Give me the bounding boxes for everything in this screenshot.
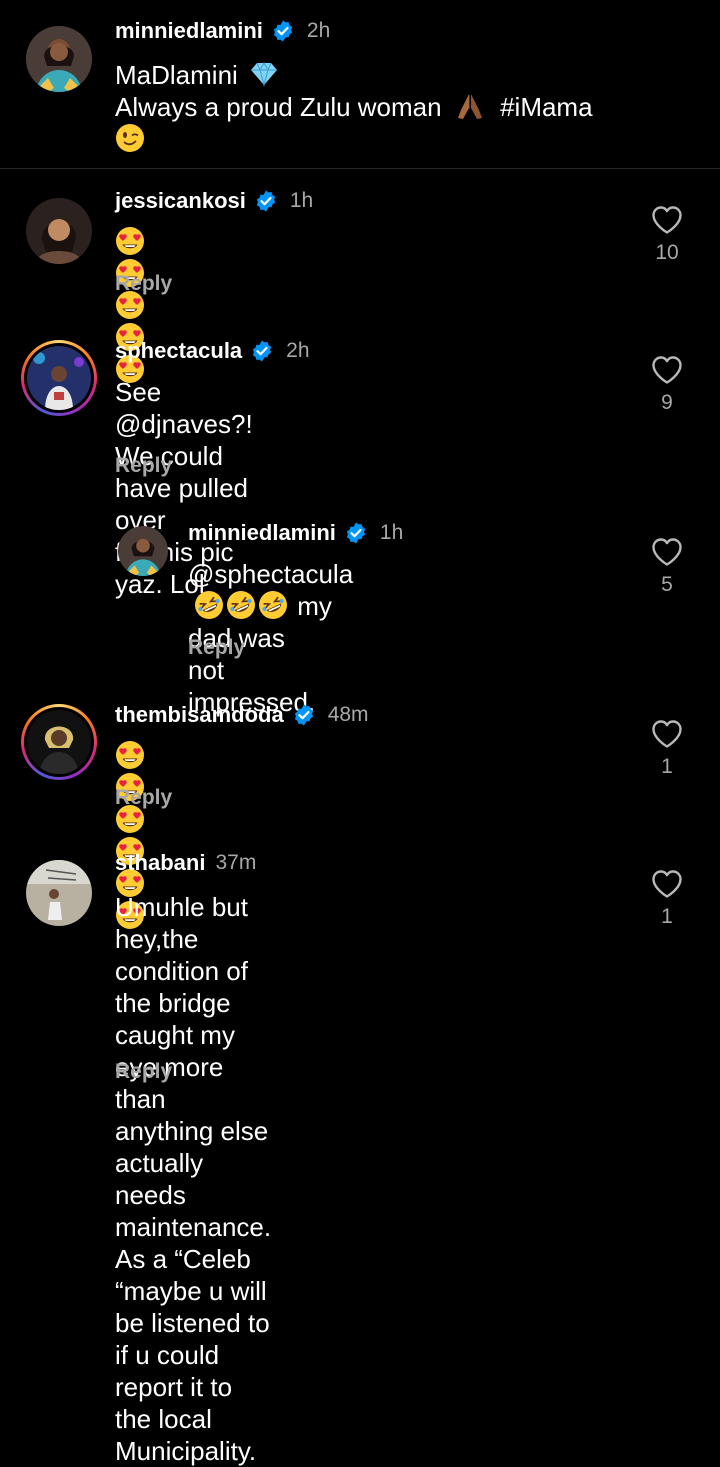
- reply-button[interactable]: Reply: [115, 454, 172, 478]
- verified-badge-icon: [254, 189, 278, 213]
- comment-line: report it to the local Municipality.: [115, 1372, 257, 1466]
- timestamp: 37m: [215, 851, 257, 874]
- divider: [0, 168, 720, 169]
- reply-button[interactable]: Reply: [188, 636, 245, 660]
- verified-badge-icon: [292, 703, 316, 727]
- hashtag-link[interactable]: #iMama: [500, 92, 592, 122]
- avatar[interactable]: [26, 860, 92, 926]
- comment-header: minniedlamini 1h: [188, 520, 403, 546]
- reply-button[interactable]: Reply: [115, 1060, 172, 1084]
- timestamp: 1h: [379, 521, 404, 544]
- avatar[interactable]: [27, 346, 91, 410]
- comment-header: thembisamdoda 48m: [115, 702, 369, 728]
- comment-line: actually needs maintenance. As a “Celeb: [115, 1148, 272, 1274]
- reply-button[interactable]: Reply: [115, 786, 172, 810]
- rofl-icon: [194, 590, 224, 620]
- timestamp: 2h: [286, 339, 310, 362]
- post-caption: minniedlamini 2h MaDlamini Always a prou…: [0, 0, 720, 168]
- heart-eyes-icon: [115, 740, 145, 770]
- like-count: 1: [661, 905, 673, 928]
- comment-header: sthabani 37m: [115, 850, 256, 876]
- like-count: 10: [655, 241, 679, 264]
- avatar[interactable]: [118, 526, 168, 576]
- timestamp: 48m: [327, 703, 369, 726]
- avatar[interactable]: [26, 198, 92, 264]
- comment-header: jessicankosi 1h: [115, 188, 313, 214]
- like-button[interactable]: 9: [647, 355, 687, 415]
- username[interactable]: sthabani: [115, 850, 205, 876]
- like-button[interactable]: 10: [647, 205, 687, 265]
- caption-line-2: Always a proud Zulu woman: [115, 92, 442, 122]
- praying-hands-icon: [455, 91, 485, 121]
- heart-outline-icon[interactable]: [651, 205, 683, 235]
- rofl-icon: [226, 590, 256, 620]
- heart-outline-icon[interactable]: [651, 869, 683, 899]
- winking-face-icon: [115, 123, 145, 153]
- heart-eyes-icon: [115, 226, 145, 256]
- caption-header: minniedlamini 2h: [115, 18, 330, 44]
- like-button[interactable]: 1: [647, 869, 687, 929]
- caption-line-1: MaDlamini: [115, 60, 238, 90]
- heart-outline-icon[interactable]: [651, 719, 683, 749]
- like-count: 9: [661, 391, 673, 414]
- username[interactable]: minniedlamini: [115, 18, 263, 44]
- username[interactable]: minniedlamini: [188, 520, 336, 546]
- timestamp: 2h: [306, 19, 331, 42]
- comment-line: Umuhle but hey,the condition of the brid…: [115, 892, 248, 1018]
- rofl-icon: [258, 590, 288, 620]
- gem-icon: [249, 59, 279, 89]
- like-button[interactable]: 5: [647, 537, 687, 597]
- avatar[interactable]: [27, 710, 91, 774]
- timestamp: 1h: [289, 189, 314, 212]
- mention-link[interactable]: @sphectacula: [188, 559, 353, 589]
- username[interactable]: thembisamdoda: [115, 702, 284, 728]
- like-count: 5: [661, 573, 673, 596]
- like-button[interactable]: 1: [647, 719, 687, 779]
- avatar[interactable]: [26, 26, 92, 92]
- comment-header: sphectacula 2h: [115, 338, 310, 364]
- heart-outline-icon[interactable]: [651, 537, 683, 567]
- like-count: 1: [661, 755, 673, 778]
- comment-text: Umuhle but hey,the condition of the brid…: [115, 891, 271, 1467]
- verified-badge-icon: [344, 521, 368, 545]
- verified-badge-icon: [271, 19, 295, 43]
- verified-badge-icon: [250, 339, 274, 363]
- username[interactable]: sphectacula: [115, 338, 242, 364]
- caption-text: MaDlamini Always a proud Zulu woman #iMa…: [115, 59, 593, 155]
- username[interactable]: jessicankosi: [115, 188, 246, 214]
- comment-line: “maybe u will be listened to if u could: [115, 1276, 270, 1370]
- reply-button[interactable]: Reply: [115, 272, 172, 296]
- heart-outline-icon[interactable]: [651, 355, 683, 385]
